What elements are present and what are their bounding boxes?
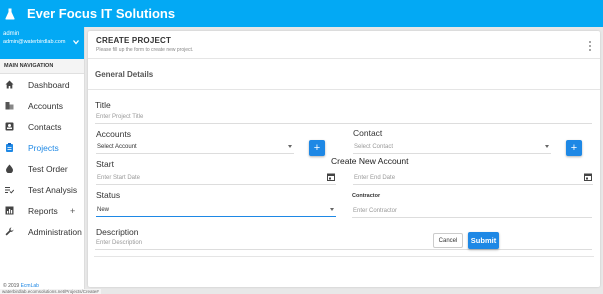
sidebar: admin admin@waterbirdlab.com MAIN NAVIGA… [0,27,85,294]
status-bar-url: waterbirdlab.ecomsolutions.net/Projects/… [0,289,101,294]
contact-card-icon [5,122,14,131]
start-date-placeholder: Enter Start Date [97,174,141,181]
section-divider [88,89,600,90]
chevron-down-icon[interactable] [73,39,79,45]
sidebar-item-accounts[interactable]: Accounts [0,95,84,116]
page-title: CREATE PROJECT [96,36,172,45]
building-icon [5,101,14,110]
end-date-input[interactable]: Enter End Date [353,171,593,185]
home-icon [5,80,14,89]
cancel-button[interactable]: Cancel [433,233,463,248]
wrench-icon [5,227,14,236]
accounts-label: Accounts [96,129,131,139]
clipboard-icon [5,143,14,152]
contact-select[interactable]: Select Contact [353,140,551,154]
sidebar-item-projects[interactable]: Projects [0,137,84,158]
chart-icon [5,206,14,215]
description-input[interactable]: Enter Description [95,236,592,250]
sidebar-item-administration[interactable]: Administration [0,221,84,242]
contractor-label: Contractor [352,193,381,199]
card-header: CREATE PROJECT Please fill up the form t… [96,36,193,53]
tooltip: Create New Account [329,156,411,166]
user-panel[interactable]: admin admin@waterbirdlab.com [0,27,84,59]
sidebar-item-label: Contacts [28,121,62,132]
calendar-icon[interactable] [327,173,335,181]
submit-button[interactable]: Submit [468,232,499,249]
top-bar: Ever Focus IT Solutions [0,0,603,27]
title-label: Title [95,100,111,110]
contact-label: Contact [353,128,383,138]
contact-select-value: Select Contact [354,143,394,150]
title-input[interactable]: Enter Project Title [95,110,592,124]
app-title[interactable]: Ever Focus IT Solutions [27,6,175,21]
status-select[interactable]: New [96,203,336,217]
sidebar-item-label: Dashboard [28,79,70,90]
sidebar-item-label: Reports [28,205,58,216]
section-title: General Details [95,70,154,79]
flask-icon[interactable] [3,7,16,21]
sidebar-item-label: Projects [28,142,59,153]
calendar-icon[interactable] [584,173,592,181]
create-project-card: CREATE PROJECT Please fill up the form t… [88,31,600,287]
dropdown-arrow-icon [545,145,549,148]
sidebar-item-contacts[interactable]: Contacts [0,116,84,137]
list-check-icon [5,185,14,194]
user-name: admin [3,31,20,37]
more-options-icon[interactable] [588,40,592,52]
user-email: admin@waterbirdlab.com [3,39,66,45]
start-label: Start [96,159,114,169]
accounts-select-value: Select Account [97,143,137,150]
dropdown-arrow-icon [330,208,334,211]
sidebar-item-test-analysis[interactable]: Test Analysis [0,179,84,200]
sidebar-item-test-order[interactable]: Test Order [0,158,84,179]
status-label: Status [96,190,121,200]
dropdown-arrow-icon [288,145,292,148]
end-date-placeholder: Enter End Date [354,174,396,181]
drop-icon [5,164,14,173]
add-account-button[interactable]: + [309,140,325,156]
contractor-input[interactable]: Enter Contractor [352,204,592,218]
sidebar-item-reports[interactable]: Reports + [0,200,84,221]
footer-divider [94,256,594,257]
expand-plus-icon[interactable]: + [70,206,75,216]
sidebar-item-label: Test Analysis [28,184,78,195]
start-date-input[interactable]: Enter Start Date [96,171,336,185]
header-divider [88,58,600,59]
status-select-value: New [97,206,110,213]
sidebar-item-label: Test Order [28,163,68,174]
page-subtitle: Please fill up the form to create new pr… [96,47,194,53]
sidebar-item-label: Administration [28,226,82,237]
nav-header: MAIN NAVIGATION [0,59,84,74]
add-contact-button[interactable]: + [566,140,582,156]
sidebar-item-dashboard[interactable]: Dashboard [0,74,84,95]
accounts-select[interactable]: Select Account [96,140,294,154]
sidebar-item-label: Accounts [28,100,63,111]
